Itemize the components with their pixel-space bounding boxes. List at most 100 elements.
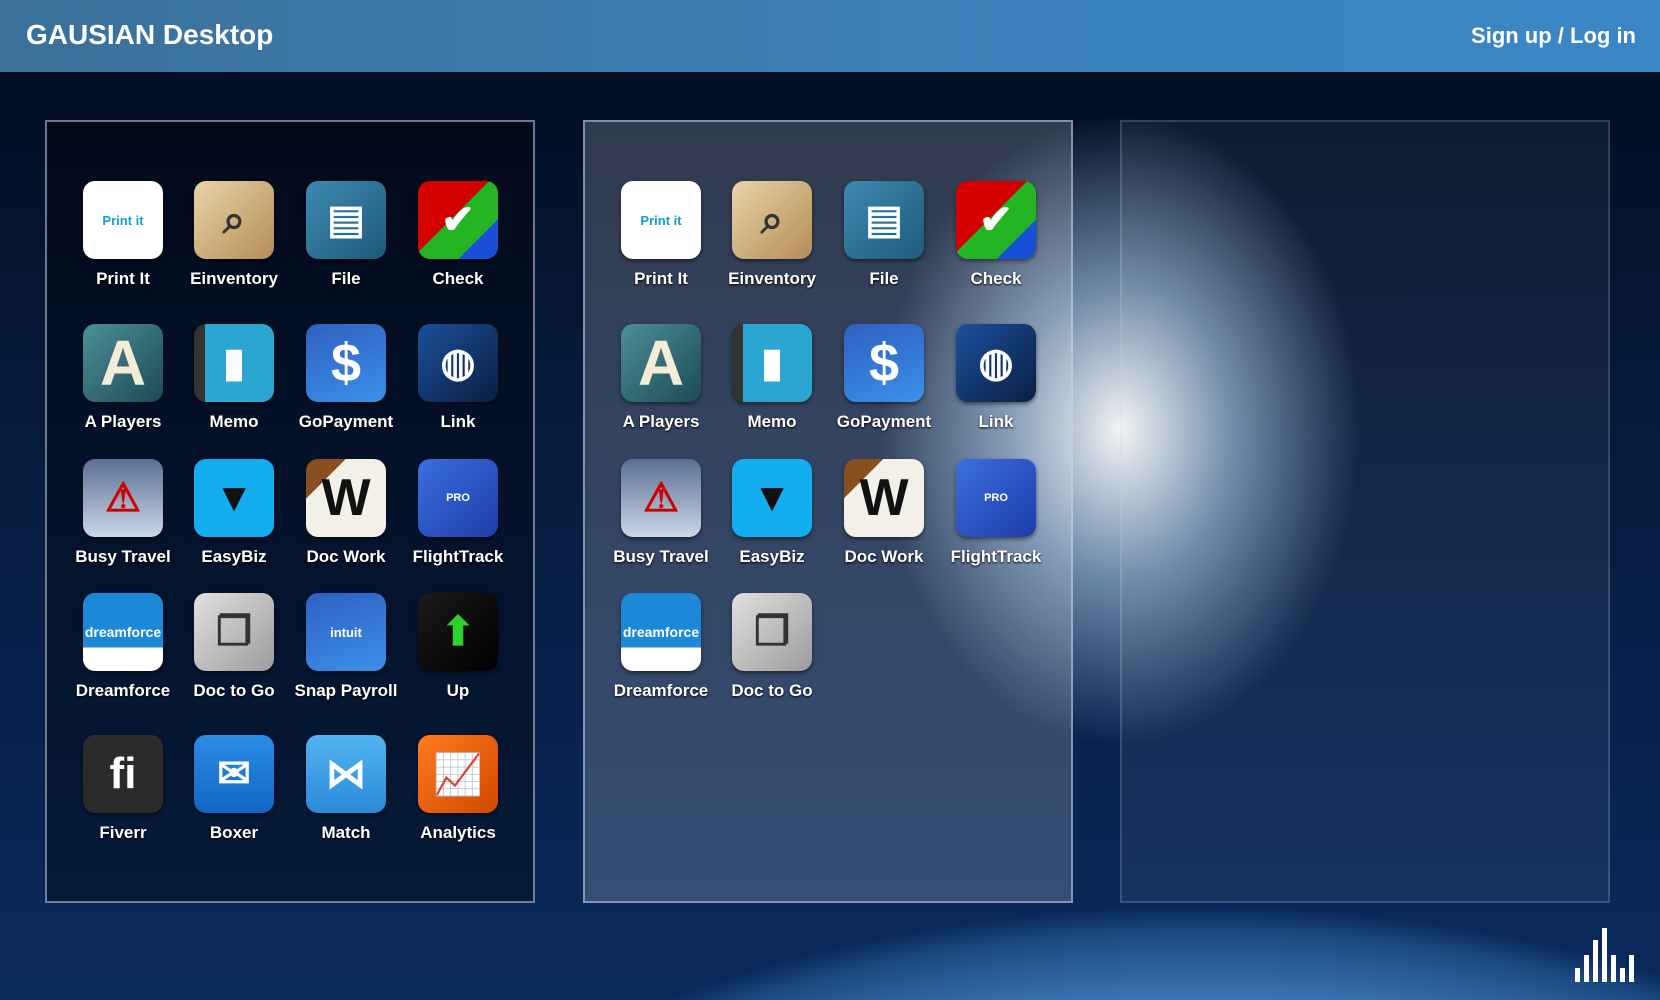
envelope-check-icon: ✉ [194,735,274,813]
app-file[interactable]: ▤ File [291,181,401,289]
top-bar: GAUSIAN Desktop Sign up / Log in [0,0,1660,72]
app-snap-payroll[interactable]: intuit Snap Payroll [291,593,401,701]
app-check[interactable]: ✔ Check [403,181,513,289]
app-doc-to-go[interactable]: ❐ Doc to Go [179,593,289,701]
app-label: Print It [96,269,150,288]
app-match[interactable]: ⋈ Match [291,735,401,843]
app-label: Fiverr [99,823,147,842]
documents-windows-icon: ❐ [194,593,274,671]
app-file[interactable]: ▤ File [829,181,939,289]
app-label: Analytics [420,823,496,842]
file-folders-icon: ▤ [844,181,924,259]
app-label: Einventory [728,269,816,288]
app-check[interactable]: ✔ Check [941,181,1051,289]
app-label: EasyBiz [739,547,805,566]
intuit-dollar-icon: $ [844,324,924,402]
signal-bars-icon [1575,928,1634,982]
necktie-icon: ▼ [732,459,812,537]
signup-login-link[interactable]: Sign up / Log in [1471,23,1636,49]
app-fiverr[interactable]: fi Fiverr [68,735,178,843]
app-label: GoPayment [836,412,932,431]
print-it-icon: Print it [83,181,163,259]
app-doc-to-go[interactable]: ❐ Doc to Go [717,593,827,701]
app-dreamforce[interactable]: dreamforce Dreamforce [606,593,716,701]
app-dreamforce[interactable]: dreamforce Dreamforce [68,593,178,701]
app-label: A Players [622,412,700,431]
app-label: Memo [747,412,797,431]
app-label: Doc to Go [731,681,813,700]
app-label: File [869,269,899,288]
print-it-icon: Print it [621,181,701,259]
match-bowtie-icon: ⋈ [306,735,386,813]
app-busy-travel[interactable]: ⚠ Busy Travel [606,459,716,567]
app-a-players[interactable]: A A Players [606,324,716,432]
dreamforce-cloud-icon: dreamforce [83,593,163,671]
app-label: EasyBiz [201,547,267,566]
app-label: Boxer [209,823,259,842]
app-label: Print It [634,269,688,288]
app-label: Match [321,823,371,842]
app-memo[interactable]: ▮ Memo [717,324,827,432]
necktie-icon: ▼ [194,459,274,537]
inventory-box-icon: ⌕ [194,181,274,259]
documents-windows-icon: ❐ [732,593,812,671]
intuit-dollar-icon: $ [306,324,386,402]
app-label: File [331,269,361,288]
app-doc-work[interactable]: W Doc Work [291,459,401,567]
app-a-players[interactable]: A A Players [68,324,178,432]
app-label: FlightTrack [412,547,504,566]
app-flighttrack[interactable]: PRO FlightTrack [941,459,1051,567]
app-label: Busy Travel [613,547,709,566]
network-globe-icon: ◍ [956,324,1036,402]
plane-warning-sign-icon: ⚠ [621,459,701,537]
app-gopayment[interactable]: $ GoPayment [829,324,939,432]
app-label: Doc to Go [193,681,275,700]
app-easybiz[interactable]: ▼ EasyBiz [717,459,827,567]
intuit-lightning-icon: intuit [306,593,386,671]
app-label: Up [446,681,470,700]
app-memo[interactable]: ▮ Memo [179,324,289,432]
app-flighttrack[interactable]: PRO FlightTrack [403,459,513,567]
app-label: FlightTrack [950,547,1042,566]
app-print-it[interactable]: Print it Print It [68,181,178,289]
app-label: Dreamforce [613,681,709,700]
app-link[interactable]: ◍ Link [403,324,513,432]
app-label: Dreamforce [75,681,171,700]
fiverr-fi-icon: fi [83,735,163,813]
app-label: Snap Payroll [294,681,398,700]
notepad-w-icon: W [306,459,386,537]
app-gopayment[interactable]: $ GoPayment [291,324,401,432]
green-arrow-up-icon: ⬆ [418,593,498,671]
app-print-it[interactable]: Print it Print It [606,181,716,289]
app-label: GoPayment [298,412,394,431]
file-folders-icon: ▤ [306,181,386,259]
plane-warning-sign-icon: ⚠ [83,459,163,537]
app-boxer[interactable]: ✉ Boxer [179,735,289,843]
airplane-pro-icon: PRO [956,459,1036,537]
app-label: Busy Travel [75,547,171,566]
bookmark-book-icon: ▮ [732,324,812,402]
letter-a-icon: A [621,324,701,402]
app-label: Link [440,412,476,431]
app-label: Doc Work [306,547,386,566]
line-chart-icon: 📈 [418,735,498,813]
app-busy-travel[interactable]: ⚠ Busy Travel [68,459,178,567]
app-label: Einventory [190,269,278,288]
app-doc-work[interactable]: W Doc Work [829,459,939,567]
app-label: Check [970,269,1022,288]
app-up[interactable]: ⬆ Up [403,593,513,701]
app-link[interactable]: ◍ Link [941,324,1051,432]
app-label: Memo [209,412,259,431]
checkmark-icon: ✔ [418,181,498,259]
checkmark-icon: ✔ [956,181,1036,259]
network-globe-icon: ◍ [418,324,498,402]
bookmark-book-icon: ▮ [194,324,274,402]
app-einventory[interactable]: ⌕ Einventory [717,181,827,289]
app-label: Doc Work [844,547,924,566]
notepad-w-icon: W [844,459,924,537]
app-analytics[interactable]: 📈 Analytics [403,735,513,843]
app-title: GAUSIAN Desktop [26,19,274,50]
app-label: A Players [84,412,162,431]
app-einventory[interactable]: ⌕ Einventory [179,181,289,289]
app-easybiz[interactable]: ▼ EasyBiz [179,459,289,567]
